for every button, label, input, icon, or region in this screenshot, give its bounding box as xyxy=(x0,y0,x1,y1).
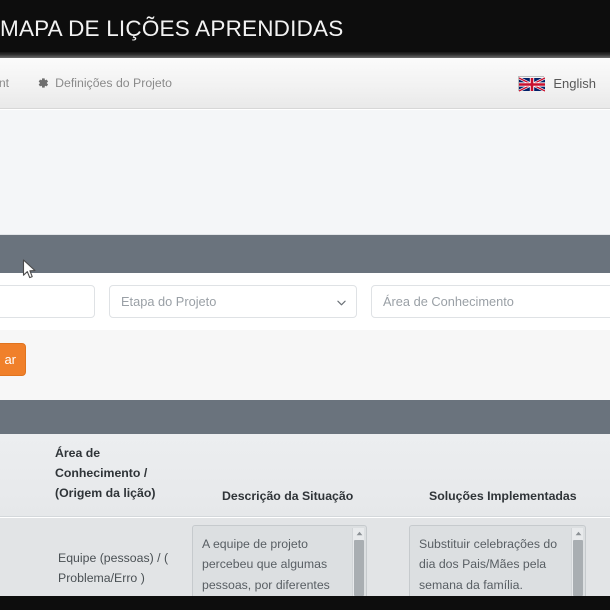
scroll-up-arrow-icon[interactable] xyxy=(353,528,365,539)
app-title: MAPA DE LIÇÕES APRENDIDAS xyxy=(0,16,344,41)
app-title-bar: MAPA DE LIÇÕES APRENDIDAS xyxy=(0,0,610,58)
filters-row: Etapa do Projeto Área de Conhecimento xyxy=(0,285,610,318)
table-row[interactable]: o Equipe (pessoas) / ( Problema/Erro ) A… xyxy=(0,518,610,596)
navbar-links: ent Definições do Projeto xyxy=(0,58,186,108)
filters-section-bar xyxy=(0,235,610,273)
language-switcher[interactable]: English xyxy=(518,75,610,92)
search-input[interactable] xyxy=(0,285,95,318)
uk-flag-icon xyxy=(518,75,546,92)
scroll-up-arrow-icon[interactable] xyxy=(572,528,584,539)
column-header-knowledge-area: Área de Conhecimento / (Origem da lição) xyxy=(55,444,155,504)
cell-solutions-text: Substituir celebrações do dia dos Pais/M… xyxy=(419,537,558,592)
column-header-solutions: Soluções Implementadas xyxy=(429,489,577,504)
column-header-knowledge-area-line3: (Origem da lição) xyxy=(55,485,156,500)
filters-form: Etapa do Projeto Área de Conhecimento xyxy=(0,273,610,330)
solutions-scrollbar-thumb[interactable] xyxy=(573,540,583,596)
nav-item-project-settings[interactable]: Definições do Projeto xyxy=(23,58,186,108)
filter-submit-button-label: ar xyxy=(4,352,16,367)
nav-item-management-label: ent xyxy=(0,76,10,90)
chevron-down-icon xyxy=(337,300,346,305)
nav-item-project-settings-label: Definições do Projeto xyxy=(55,76,172,90)
cell-solutions-memo[interactable]: Substituir celebrações do dia dos Pais/M… xyxy=(409,525,586,596)
page-header-panel: prendidas xyxy=(0,110,610,235)
cell-description-text: A equipe de projeto percebeu que algumas… xyxy=(202,537,330,592)
knowledge-area-input-value: Área de Conhecimento xyxy=(383,294,514,309)
gear-icon xyxy=(37,77,49,89)
knowledge-area-input[interactable]: Área de Conhecimento xyxy=(371,285,610,318)
cell-description-memo[interactable]: A equipe de projeto percebeu que algumas… xyxy=(192,525,367,596)
nav-item-management[interactable]: ent xyxy=(0,58,23,108)
column-header-knowledge-area-line1: Área de xyxy=(55,446,101,460)
filter-submit-button[interactable]: ar xyxy=(0,343,26,376)
description-scrollbar-thumb[interactable] xyxy=(354,540,364,596)
language-label: English xyxy=(553,75,596,91)
column-header-description: Descrição da Situação xyxy=(222,489,354,504)
app-screenshot: MAPA DE LIÇÕES APRENDIDAS ent Definições… xyxy=(0,0,610,610)
table-header-row: o Área de Conhecimento / (Origem da liçã… xyxy=(0,434,610,517)
results-section-bar: as (3) xyxy=(0,400,610,434)
project-stage-select-value: Etapa do Projeto xyxy=(121,294,217,309)
lessons-table: o Área de Conhecimento / (Origem da liçã… xyxy=(0,434,610,596)
bottom-bar xyxy=(0,596,610,610)
cell-knowledge-area: Equipe (pessoas) / ( Problema/Erro ) xyxy=(58,551,169,586)
project-stage-select[interactable]: Etapa do Projeto xyxy=(109,285,357,318)
solutions-scrollbar[interactable] xyxy=(571,528,583,596)
main-navbar: ent Definições do Projeto xyxy=(0,58,610,109)
filters-actions: ar xyxy=(0,330,610,400)
description-scrollbar[interactable] xyxy=(352,528,364,596)
column-header-knowledge-area-line2: Conhecimento / xyxy=(55,465,148,480)
